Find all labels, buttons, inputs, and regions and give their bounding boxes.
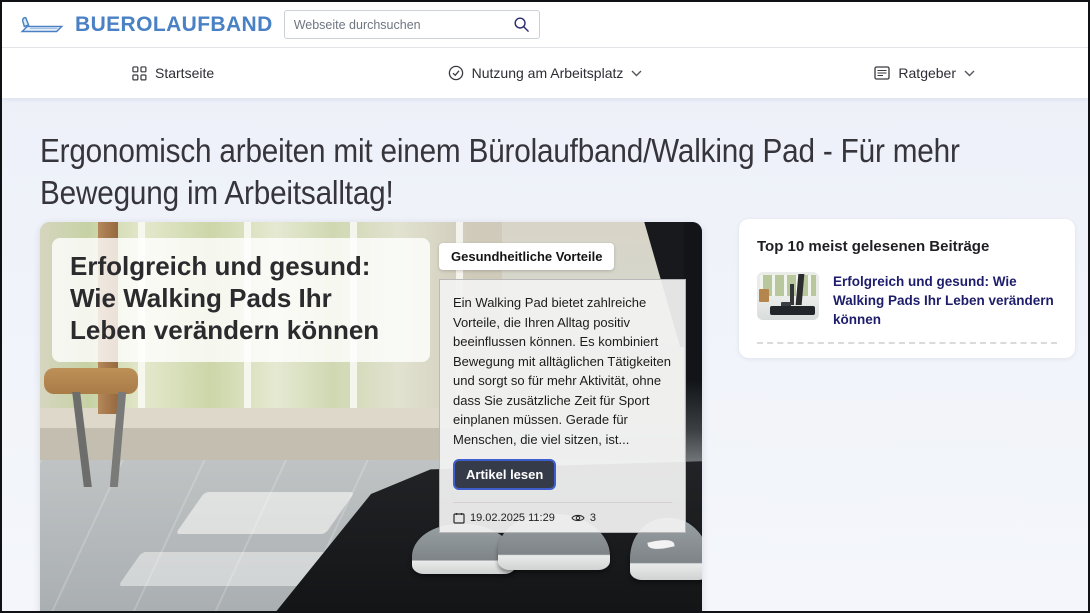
nav-label: Nutzung am Arbeitsplatz — [472, 65, 624, 81]
article-excerpt-panel: Ein Walking Pad bietet zahlreiche Vortei… — [439, 279, 686, 533]
publish-date-item: 19.02.2025 11:29 — [453, 512, 555, 524]
calendar-icon — [453, 512, 465, 524]
views-item: 3 — [571, 512, 596, 524]
category-badge: Gesundheitliche Vorteile — [439, 243, 614, 270]
nav-item-ratgeber[interactable]: Ratgeber — [874, 65, 975, 81]
nav-label: Ratgeber — [898, 65, 956, 81]
featured-article-card: Erfolgreich und gesund: Wie Walking Pads… — [40, 222, 702, 613]
main-nav: Startseite Nutzung am Arbeitsplatz — [2, 48, 1088, 98]
article-title: Erfolgreich und gesund: Wie Walking Pads… — [70, 251, 412, 347]
top-posts-title: Top 10 meist gelesenen Beiträge — [757, 238, 1057, 255]
read-article-button[interactable]: Artikel lesen — [453, 459, 556, 490]
nav-item-startseite[interactable]: Startseite — [132, 65, 214, 81]
header: BUEROLAUFBAND — [2, 2, 1088, 48]
chevron-down-icon — [631, 70, 642, 77]
site-search — [284, 10, 540, 39]
site-logo[interactable]: BUEROLAUFBAND — [20, 13, 273, 37]
article-title-link[interactable]: Erfolgreich und gesund: Wie Walking Pads… — [52, 238, 430, 362]
browser-viewport: BUEROLAUFBAND Startseite — [0, 0, 1090, 613]
site-logo-text: BUEROLAUFBAND — [75, 13, 273, 37]
article-excerpt: Ein Walking Pad bietet zahlreiche Vortei… — [453, 293, 672, 449]
article-meta: 19.02.2025 11:29 3 — [453, 502, 672, 524]
top-post-item[interactable]: Erfolgreich und gesund: Wie Walking Pads… — [757, 272, 1057, 329]
nav-label: Startseite — [155, 65, 214, 81]
chevron-down-icon — [964, 70, 975, 77]
nav-item-nutzung-am-arbeitsplatz[interactable]: Nutzung am Arbeitsplatz — [448, 65, 643, 81]
views-count: 3 — [590, 512, 596, 524]
treadmill-icon — [20, 13, 66, 37]
publish-date: 19.02.2025 11:29 — [470, 512, 555, 524]
top-posts-widget: Top 10 meist gelesenen Beiträge Erfolgre… — [739, 219, 1075, 358]
top-post-thumbnail — [757, 272, 819, 320]
dashed-divider — [757, 342, 1057, 344]
grid-icon — [132, 66, 147, 81]
article-icon — [874, 66, 890, 80]
eye-icon — [571, 513, 585, 523]
page-title: Ergonomisch arbeiten mit einem Bürolaufb… — [40, 130, 1057, 213]
check-circle-icon — [448, 65, 464, 81]
magnifier-icon[interactable] — [513, 16, 530, 33]
search-input[interactable] — [294, 18, 513, 32]
top-post-link[interactable]: Erfolgreich und gesund: Wie Walking Pads… — [833, 272, 1057, 329]
